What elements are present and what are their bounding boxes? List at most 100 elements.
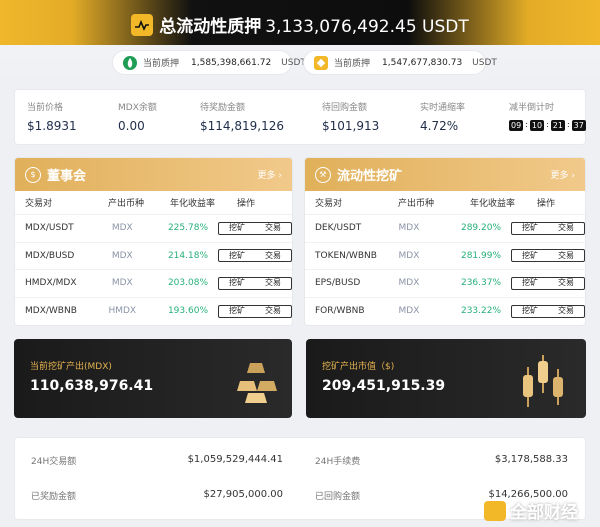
trade-button[interactable]: 交易: [548, 305, 584, 317]
pair: MDX/USDT: [25, 223, 74, 234]
trade-button[interactable]: 交易: [548, 222, 584, 234]
trade-button[interactable]: 交易: [255, 250, 291, 262]
summary-24h-fees: 24H手续费 $3,178,588.33: [315, 454, 568, 467]
watermark: 全部财经: [484, 498, 578, 523]
card-label: 当前挖矿产出(MDX): [30, 362, 112, 372]
apy: 289.20%: [460, 223, 502, 234]
card-value: 110,638,976.41: [30, 378, 154, 394]
panel-title: 董事会: [47, 169, 87, 184]
table-row: HMDX/MDX MDX 203.08% 挖矿 交易: [15, 270, 292, 298]
trade-button[interactable]: 交易: [548, 250, 584, 262]
col-pair: 交易对: [25, 199, 53, 209]
token: MDX: [111, 250, 133, 261]
stat-value: $1.8931: [27, 119, 77, 133]
apy: 236.37%: [460, 278, 502, 289]
gold-bars-icon: [237, 363, 277, 403]
action-group: 挖矿 交易: [511, 249, 585, 263]
token: MDX: [111, 278, 133, 289]
stats-bar: 当前价格 $1.8931 MDX余额 0.00 待奖励金额 $114,819,1…: [14, 89, 586, 145]
summary-rewarded: 已奖励金额 $27,905,000.00: [31, 489, 283, 502]
summary-label: 24H手续费: [315, 457, 361, 467]
mine-button[interactable]: 挖矿: [512, 222, 548, 234]
token: MDX: [398, 306, 420, 317]
table-header: 交易对 产出币种 年化收益率 操作: [15, 191, 292, 215]
table-row: MDX/BUSD MDX 214.18% 挖矿 交易: [15, 243, 292, 270]
pill-label: 当前质押: [143, 59, 180, 69]
summary-label: 已回购金额: [315, 492, 361, 502]
trade-button[interactable]: 交易: [255, 277, 291, 289]
countdown-days: 09: [509, 120, 524, 131]
watermark-logo-icon: [484, 501, 506, 521]
stat-price: 当前价格 $1.8931: [27, 100, 77, 133]
apy: 214.18%: [167, 250, 208, 261]
pickaxe-icon: ⚒: [315, 166, 331, 183]
token: HMDX: [108, 306, 137, 317]
hero-title-text: 总流动性质押: [159, 17, 262, 37]
mine-button[interactable]: 挖矿: [512, 277, 548, 289]
apy: 225.78%: [167, 223, 208, 234]
stat-value: 4.72%: [420, 119, 459, 133]
table-row: TOKEN/WBNB MDX 281.99% 挖矿 交易: [305, 243, 585, 270]
mining-output-value-card: 挖矿产出市值（$) 209,451,915.39: [306, 339, 586, 418]
stat-value: $101,913: [322, 119, 380, 133]
board-panel: $ 董事会 更多 › 交易对 产出币种 年化收益率 操作 MDX/USDT MD…: [14, 157, 293, 326]
table-row: MDX/WBNB HMDX 193.60% 挖矿 交易: [15, 298, 292, 326]
total-staked-title: 总流动性质押 3,133,076,492.45 USDT: [0, 12, 600, 37]
table-row: EPS/BUSD MDX 236.37% 挖矿 交易: [305, 270, 585, 298]
mine-button[interactable]: 挖矿: [219, 222, 255, 234]
more-link[interactable]: 更多 ›: [258, 168, 282, 181]
pair: DEK/USDT: [315, 223, 362, 234]
staked-pill-bnb: 当前质押 1,547,677,830.73 USDT: [303, 50, 497, 75]
token: MDX: [111, 223, 133, 234]
hero-amount: 3,133,076,492.45 USDT: [265, 17, 469, 37]
countdown-seconds: 37: [571, 120, 586, 131]
money-bag-icon: $: [25, 166, 41, 183]
stat-pending-buyback: 待回购金额 $101,913: [322, 100, 379, 133]
trade-button[interactable]: 交易: [255, 305, 291, 317]
table-row: MDX/USDT MDX 225.78% 挖矿 交易: [15, 215, 292, 243]
card-label: 挖矿产出市值（$): [322, 362, 395, 372]
table-row: FOR/WBNB MDX 233.22% 挖矿 交易: [305, 298, 585, 326]
mine-button[interactable]: 挖矿: [219, 305, 255, 317]
apy: 203.08%: [167, 278, 208, 289]
pair: FOR/WBNB: [315, 306, 365, 317]
token: MDX: [398, 278, 420, 289]
countdown-hours: 10: [529, 120, 545, 131]
action-group: 挖矿 交易: [218, 249, 292, 263]
candlestick-icon: [523, 355, 563, 407]
col-apy: 年化收益率: [469, 199, 515, 209]
stat-halving-countdown: 减半倒计时 09: 10: 21: 37: [509, 100, 586, 131]
summary-value: $27,905,000.00: [203, 489, 283, 500]
pair: EPS/BUSD: [315, 278, 361, 289]
stat-value: $114,819,126: [200, 119, 284, 133]
stat-deflation-rate: 实时通缩率 4.72%: [420, 100, 465, 133]
apy: 281.99%: [460, 250, 502, 261]
countdown-minutes: 21: [550, 120, 565, 131]
mine-button[interactable]: 挖矿: [512, 250, 548, 262]
stat-label: 实时通缩率: [420, 103, 466, 113]
staked-pill-pancake: 当前质押 1,585,398,661.72 USDT: [112, 50, 306, 75]
hero-banner: 总流动性质押 3,133,076,492.45 USDT: [0, 0, 600, 90]
pulse-chart-icon: [131, 14, 154, 36]
mine-button[interactable]: 挖矿: [219, 250, 255, 262]
mine-button[interactable]: 挖矿: [512, 305, 548, 317]
pill-unit: USDT: [472, 57, 497, 68]
pair: HMDX/MDX: [25, 278, 77, 289]
more-link[interactable]: 更多 ›: [551, 168, 575, 181]
trade-button[interactable]: 交易: [255, 222, 291, 234]
stat-label: 待回购金额: [322, 103, 368, 113]
summary-24h-volume: 24H交易额 $1,059,529,444.41: [31, 454, 283, 467]
pair: TOKEN/WBNB: [315, 250, 377, 261]
stat-label: MDX余额: [118, 103, 157, 113]
card-value: 209,451,915.39: [322, 378, 446, 394]
stat-value: 0.00: [118, 119, 145, 133]
mining-panel: ⚒ 流动性挖矿 更多 › 交易对 产出币种 年化收益率 操作 DEK/USDT …: [304, 157, 586, 326]
table-header: 交易对 产出币种 年化收益率 操作: [305, 191, 585, 215]
countdown-timer: 09: 10: 21: 37: [509, 120, 586, 131]
summary-value: $1,059,529,444.41: [187, 454, 283, 465]
stat-label: 待奖励金额: [200, 103, 246, 113]
mine-button[interactable]: 挖矿: [219, 277, 255, 289]
panel-title: 流动性挖矿: [337, 169, 403, 184]
summary-label: 已奖励金额: [31, 492, 77, 502]
trade-button[interactable]: 交易: [548, 277, 584, 289]
